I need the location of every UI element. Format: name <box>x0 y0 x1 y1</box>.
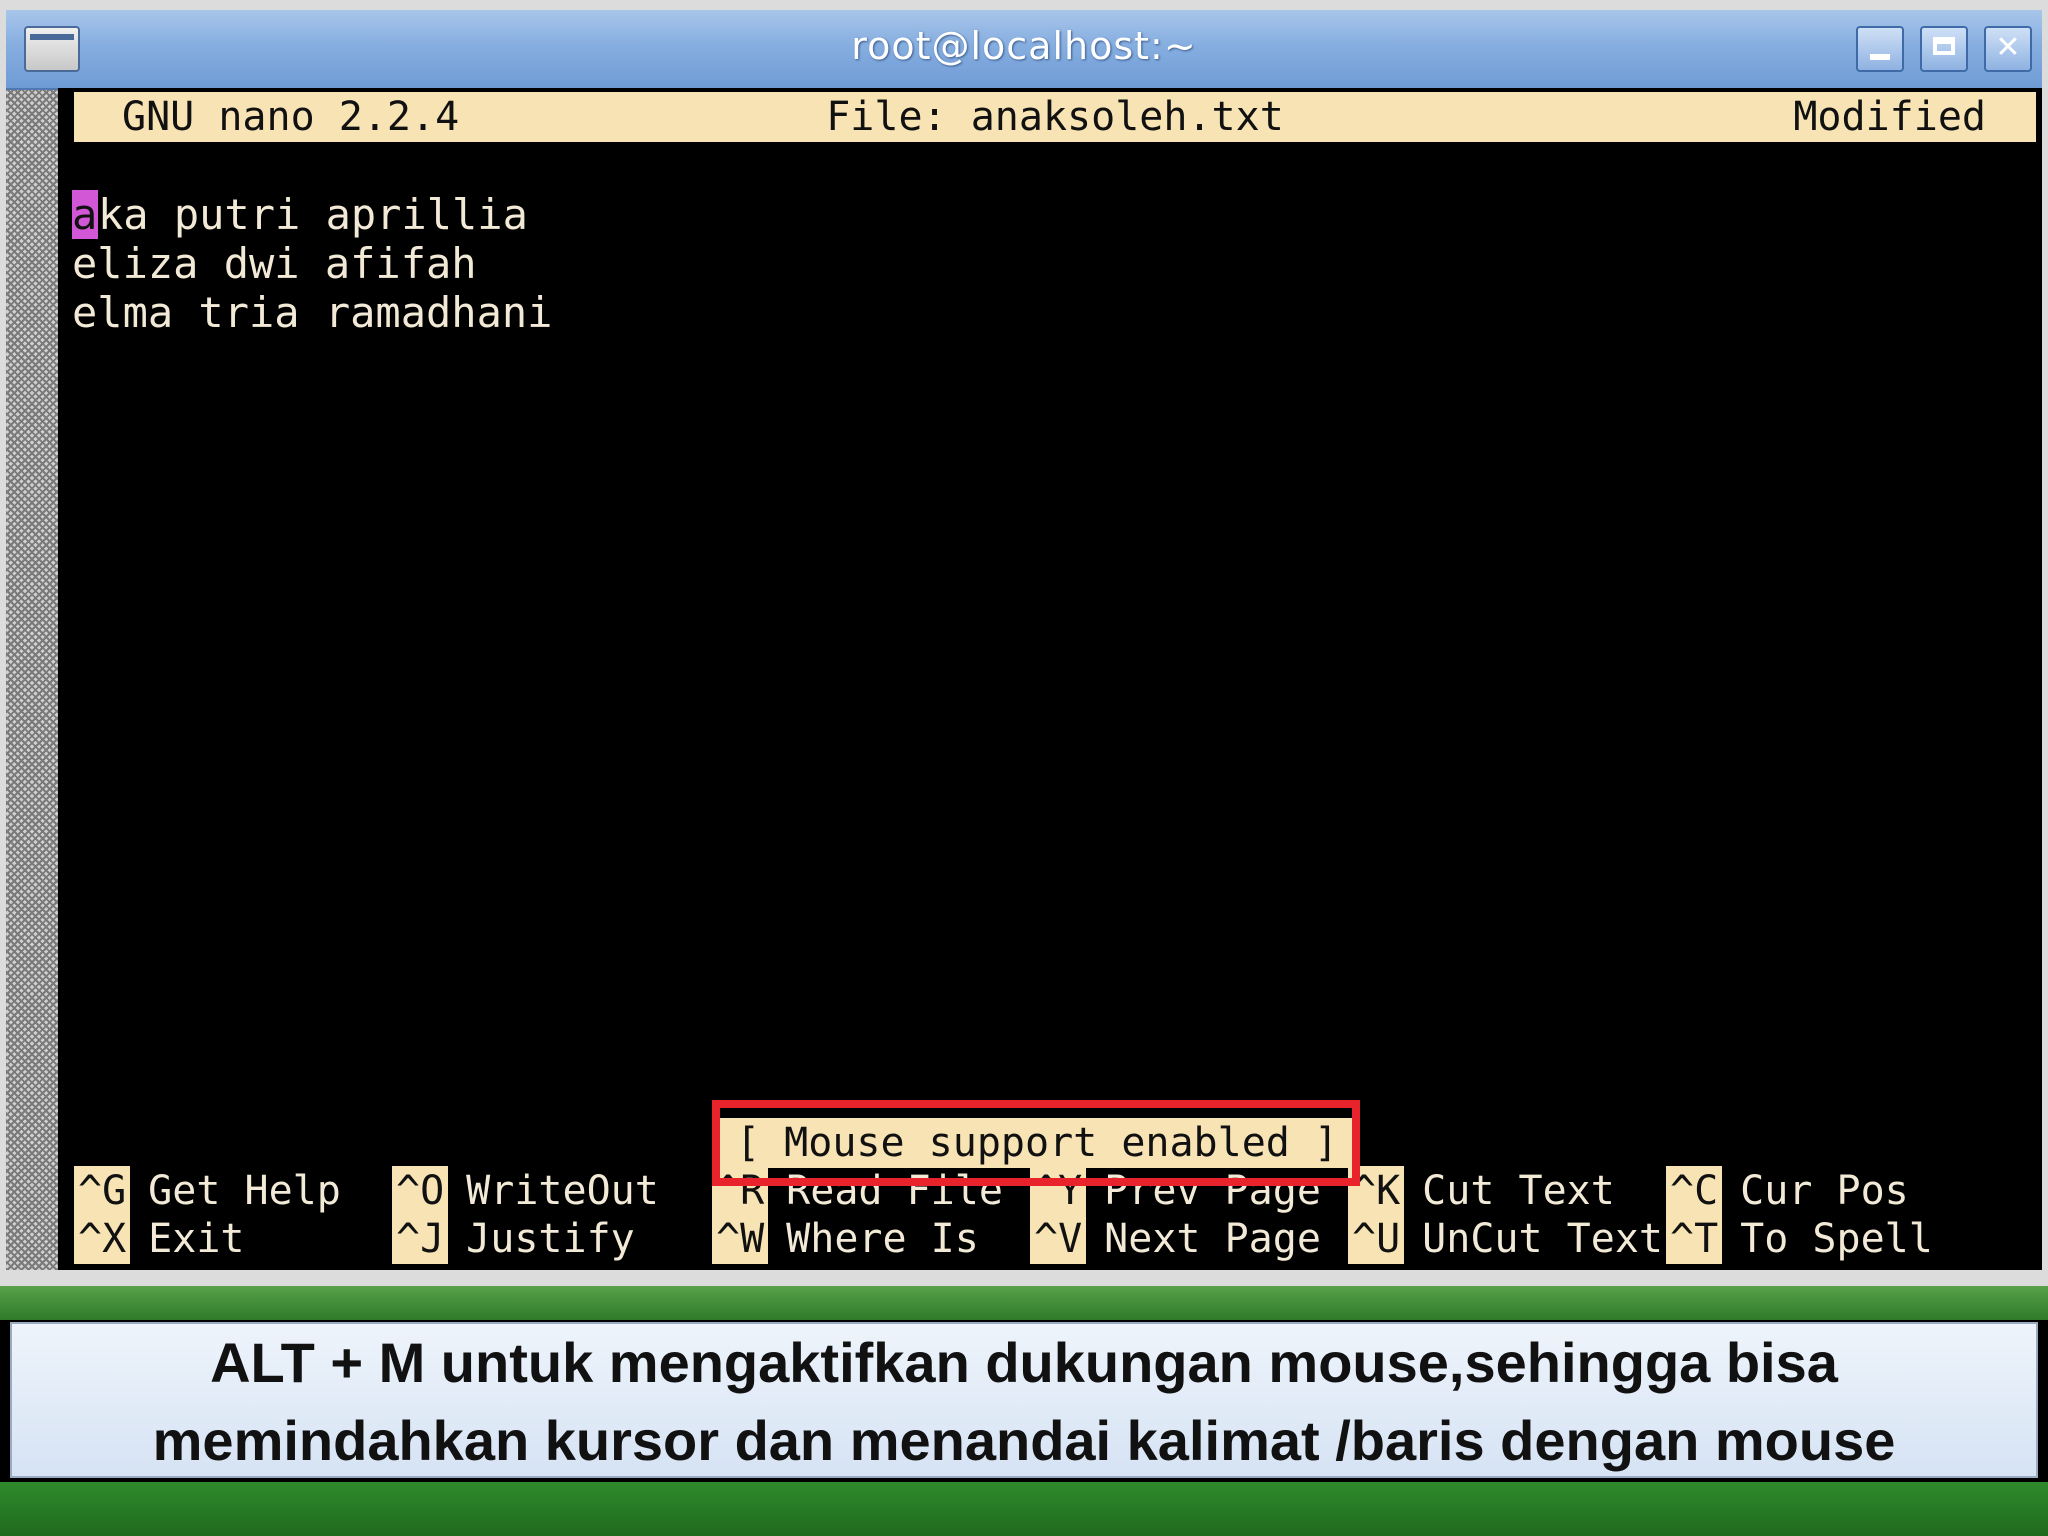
editor-area[interactable]: aka putri aprillia eliza dwi afifah elma… <box>72 190 552 337</box>
minimize-button[interactable] <box>1856 26 1904 72</box>
terminal-scrollbar[interactable] <box>6 90 58 1270</box>
shortcut-cur-pos[interactable]: ^C Cur Pos <box>1666 1166 1909 1216</box>
close-button[interactable]: ✕ <box>1984 26 2032 72</box>
title-bar[interactable]: root@localhost:~ ✕ <box>6 10 2042 90</box>
caption-line-1: ALT + M untuk mengaktifkan dukungan mous… <box>210 1331 1838 1394</box>
shortcut-key: ^O <box>392 1166 449 1216</box>
nano-header: GNU nano 2.2.4 File: anaksoleh.txt Modif… <box>74 92 2036 142</box>
shortcut-label: Justify <box>466 1216 635 1262</box>
shortcut-key: ^C <box>1666 1166 1723 1216</box>
nano-modified-status: Modified <box>1793 94 1986 140</box>
terminal-screen[interactable]: GNU nano 2.2.4 File: anaksoleh.txt Modif… <box>58 88 2042 1270</box>
text-line: elma tria ramadhani <box>72 288 553 337</box>
shortcut-key: ^V <box>1030 1214 1087 1264</box>
shortcut-label: UnCut Text <box>1422 1216 1663 1262</box>
shortcut-writeout[interactable]: ^O WriteOut <box>392 1166 659 1216</box>
shortcut-key: ^G <box>74 1166 131 1216</box>
shortcut-justify[interactable]: ^J Justify <box>392 1214 635 1264</box>
nano-filename: File: anaksoleh.txt <box>826 94 1284 140</box>
shortcut-exit[interactable]: ^X Exit <box>74 1214 245 1264</box>
terminal-window: root@localhost:~ ✕ GNU nano 2.2.4 File: … <box>0 0 2048 1286</box>
slide-bottom-band <box>0 1482 2048 1536</box>
shortcut-key: ^W <box>712 1214 769 1264</box>
shortcut-uncut-text[interactable]: ^U UnCut Text <box>1348 1214 1663 1264</box>
text-line-content: ka putri aprillia <box>98 190 528 239</box>
shortcut-label: Cut Text <box>1422 1168 1615 1214</box>
text-line: eliza dwi afifah <box>72 239 477 288</box>
text-cursor: a <box>72 190 98 239</box>
shortcut-key: ^T <box>1666 1214 1723 1264</box>
caption-box: ALT + M untuk mengaktifkan dukungan mous… <box>10 1322 2038 1478</box>
shortcut-where-is[interactable]: ^W Where Is <box>712 1214 979 1264</box>
shortcut-to-spell[interactable]: ^T To Spell <box>1666 1214 1933 1264</box>
shortcut-key: ^X <box>74 1214 131 1264</box>
shortcut-label: Exit <box>148 1216 245 1262</box>
shortcut-label: Where Is <box>786 1216 979 1262</box>
slide-divider-bar <box>0 1286 2048 1320</box>
annotation-highlight-box <box>712 1100 1360 1186</box>
minimize-icon <box>1870 54 1890 60</box>
text-line: aka putri aprillia <box>72 190 552 239</box>
close-icon: ✕ <box>1995 30 2021 65</box>
shortcut-label: Next Page <box>1104 1216 1321 1262</box>
shortcut-next-page[interactable]: ^V Next Page <box>1030 1214 1321 1264</box>
shortcut-key: ^J <box>392 1214 449 1264</box>
shortcut-cut-text[interactable]: ^K Cut Text <box>1348 1166 1615 1216</box>
shortcut-label: To Spell <box>1740 1216 1933 1262</box>
maximize-button[interactable] <box>1920 26 1968 72</box>
shortcut-get-help[interactable]: ^G Get Help <box>74 1166 341 1216</box>
caption-line-2: memindahkan kursor dan menandai kalimat … <box>152 1409 1896 1472</box>
shortcut-key: ^U <box>1348 1214 1405 1264</box>
maximize-icon <box>1933 37 1955 55</box>
shortcut-label: WriteOut <box>466 1168 659 1214</box>
shortcut-label: Get Help <box>148 1168 341 1214</box>
window-title: root@localhost:~ <box>851 24 1197 68</box>
shortcut-label: Cur Pos <box>1740 1168 1909 1214</box>
